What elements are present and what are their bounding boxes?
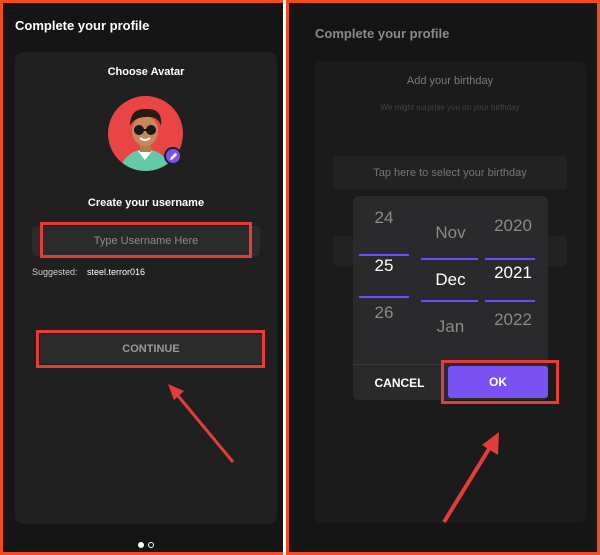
birthday-field[interactable]: Tap here to select your birthday [333,156,567,190]
username-label: Create your username [87,197,205,209]
birthday-field-text: Tap here to select your birthday [373,167,527,179]
cancel-button[interactable]: CANCEL [353,364,446,400]
month-selected[interactable]: Dec [423,270,478,290]
continue-highlight-box [36,330,265,368]
month-selection-line-top [421,258,478,260]
username-highlight-box [40,222,252,258]
page-indicator [138,542,154,548]
day-prev[interactable]: 24 [359,208,409,228]
year-selected[interactable]: 2021 [483,263,543,283]
pencil-icon [169,152,177,160]
month-prev[interactable]: Nov [423,223,478,243]
year-selection-line-top [485,258,535,260]
birthday-heading: Add your birthday [406,75,494,87]
page-dot-active [138,542,144,548]
day-next[interactable]: 26 [359,303,409,323]
year-prev[interactable]: 2020 [483,216,543,236]
birthday-subtext: We might surprise you on your birthday [380,103,520,112]
ok-highlight-box [441,360,559,404]
year-selection-line-bottom [485,300,535,302]
month-selection-line-bottom [421,300,478,302]
arrow-annotation-icon [442,432,499,524]
choose-avatar-label: Choose Avatar [107,66,185,78]
suggested-label: Suggested: [32,267,78,277]
year-next[interactable]: 2022 [483,310,543,330]
month-next[interactable]: Jan [423,317,478,337]
arrow-annotation-icon [168,384,235,463]
day-selection-line-bottom [359,296,409,298]
suggested-username[interactable]: steel.terror016 [87,267,145,277]
page-title-dimmed: Complete your profile [315,26,450,41]
page-title: Complete your profile [15,18,150,33]
day-selection-line-top [359,254,409,256]
page-dot [148,542,154,548]
day-selected[interactable]: 25 [359,256,409,276]
edit-avatar-button[interactable] [164,147,182,165]
